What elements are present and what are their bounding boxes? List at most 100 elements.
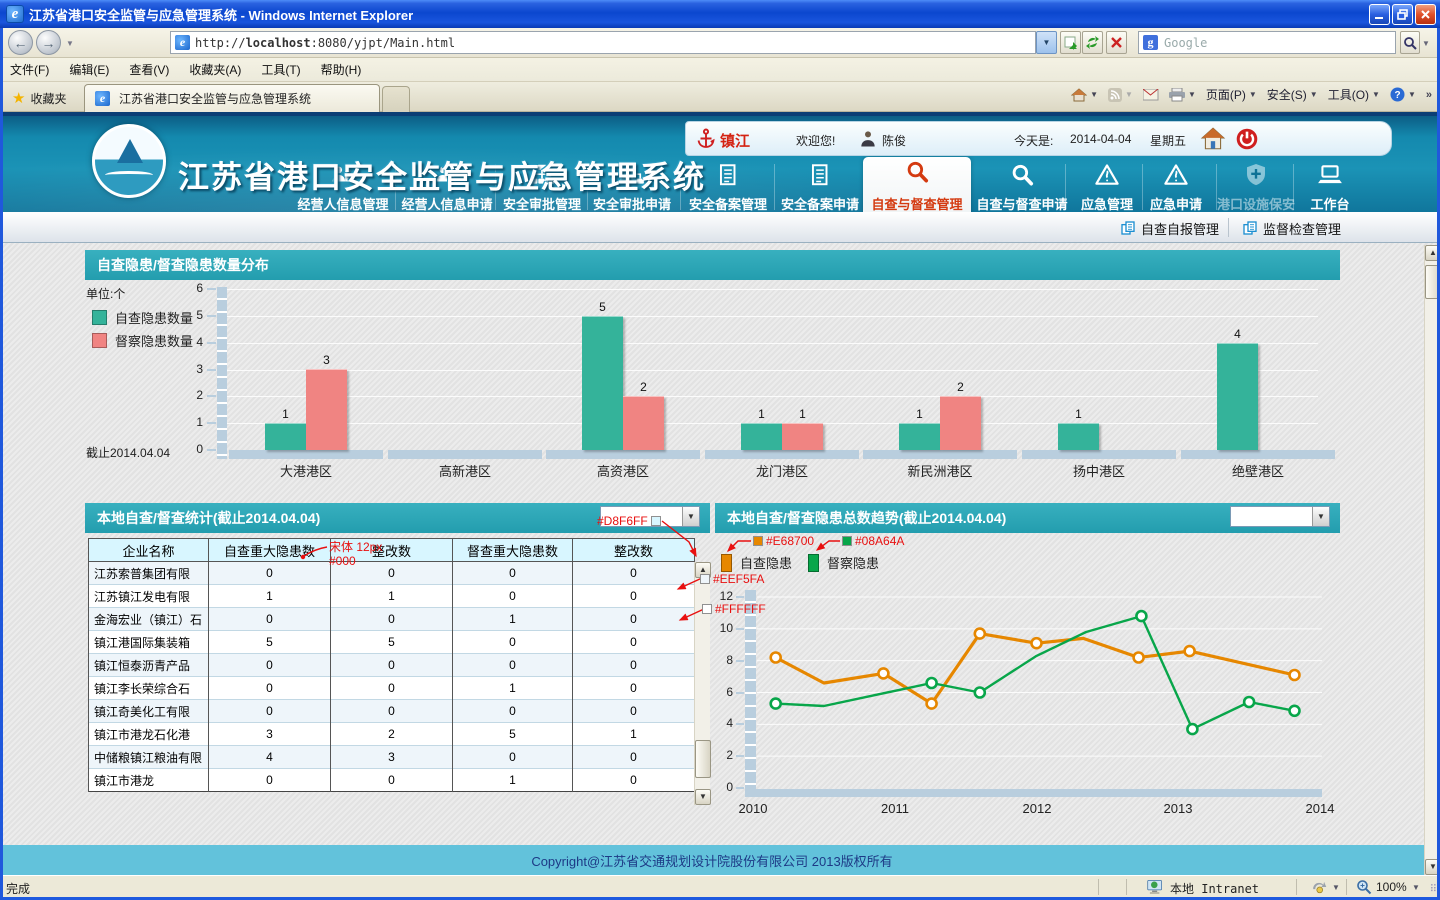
nav-item[interactable]: 应急管理 bbox=[1074, 160, 1140, 212]
bar-y-tick bbox=[207, 395, 216, 397]
print-button[interactable]: ▼ bbox=[1169, 88, 1196, 102]
tools-menu[interactable]: 工具(O)▼ bbox=[1328, 86, 1380, 103]
bar-value-label: 1 bbox=[1058, 407, 1099, 421]
bar-value-label: 1 bbox=[741, 407, 782, 421]
compatibility-button[interactable] bbox=[1060, 31, 1081, 54]
menu-item[interactable]: 查看(V) bbox=[119, 58, 179, 81]
trend-data-marker bbox=[1290, 706, 1300, 716]
page-menu[interactable]: 页面(P)▼ bbox=[1206, 86, 1257, 103]
protected-mode-dropdown-icon[interactable]: ▼ bbox=[1332, 883, 1340, 892]
magnifier-icon bbox=[968, 162, 1076, 190]
table-cell: 0 bbox=[573, 585, 695, 608]
bar-y-tick-label: 1 bbox=[165, 415, 203, 429]
table-cell: 0 bbox=[453, 700, 573, 723]
table-row[interactable]: 金海宏业（镇江）石0010 bbox=[89, 608, 695, 631]
table-cell: 2 bbox=[331, 723, 453, 746]
table-cell: 1 bbox=[453, 608, 573, 631]
company-name-cell: 金海宏业（镇江）石 bbox=[89, 608, 209, 631]
menu-item[interactable]: 文件(F) bbox=[0, 58, 59, 81]
close-button[interactable] bbox=[1415, 4, 1436, 25]
nav-item[interactable]: 自查与督查申请 bbox=[968, 160, 1076, 212]
home-button[interactable]: ▼ bbox=[1071, 88, 1098, 102]
table-cell: 4 bbox=[209, 746, 331, 769]
active-tab[interactable]: e 江苏省港口安全监管与应急管理系统 bbox=[84, 84, 380, 112]
zoom-dropdown-icon[interactable]: ▼ bbox=[1412, 883, 1420, 892]
design-annotation: #FFFFFF bbox=[702, 602, 766, 616]
bar-category-label: 大港港区 bbox=[227, 461, 385, 480]
zoom-icon[interactable] bbox=[1356, 879, 1372, 895]
bar-category-label: 龙门港区 bbox=[703, 461, 861, 480]
search-options-icon[interactable]: ▼ bbox=[1422, 39, 1430, 48]
table-row[interactable]: 中储粮镇江粮油有限4300 bbox=[89, 746, 695, 769]
zoom-level[interactable]: 100% bbox=[1376, 880, 1407, 894]
mail-button[interactable] bbox=[1143, 89, 1159, 101]
search-button[interactable] bbox=[1400, 31, 1420, 54]
table-row[interactable]: 镇江市港龙0010 bbox=[89, 769, 695, 792]
protected-mode-icon[interactable] bbox=[1310, 879, 1328, 895]
bar-y-tick bbox=[207, 449, 216, 451]
company-name-cell: 镇江奇美化工有限 bbox=[89, 700, 209, 723]
address-dropdown-button[interactable]: ▼ bbox=[1036, 31, 1057, 54]
menu-item[interactable]: 收藏夹(A) bbox=[179, 58, 251, 81]
favorites-button[interactable]: ★ 收藏夹 bbox=[6, 87, 72, 109]
table-header-cell: 企业名称 bbox=[89, 539, 209, 562]
stat-table: 企业名称自查重大隐患数整改数督查重大隐患数整改数江苏索普集团有限0000江苏镇江… bbox=[88, 538, 695, 792]
nav-item[interactable]: 工作台 bbox=[1301, 160, 1359, 212]
table-cell: 3 bbox=[209, 723, 331, 746]
bar bbox=[899, 423, 940, 450]
table-row[interactable]: 江苏索普集团有限0000 bbox=[89, 562, 695, 585]
table-row[interactable]: 镇江李长荣综合石0010 bbox=[89, 677, 695, 700]
refresh-button[interactable] bbox=[1082, 31, 1103, 54]
nav-item[interactable]: 应急申请 bbox=[1143, 160, 1209, 212]
nav-item[interactable]: 自查与督查管理 bbox=[863, 157, 971, 212]
security-menu[interactable]: 安全(S)▼ bbox=[1267, 86, 1318, 103]
back-button[interactable]: ← bbox=[8, 30, 33, 55]
table-filter-dropdown-icon[interactable]: ▼ bbox=[682, 507, 699, 526]
nav-item[interactable]: 港口设施保安 bbox=[1210, 160, 1302, 212]
restore-button[interactable] bbox=[1392, 4, 1413, 25]
bar-y-tick bbox=[207, 342, 216, 344]
table-row[interactable]: 镇江奇美化工有限0000 bbox=[89, 700, 695, 723]
design-annotation: #EEF5FA bbox=[700, 572, 764, 586]
subnav-item[interactable]: 自查自报管理 bbox=[1120, 217, 1219, 239]
more-commands-icon[interactable]: » bbox=[1426, 89, 1432, 101]
menu-item[interactable]: 工具(T) bbox=[251, 58, 310, 81]
minimize-button[interactable] bbox=[1369, 4, 1390, 25]
table-row[interactable]: 镇江恒泰沥青产品0000 bbox=[89, 654, 695, 677]
logout-power-icon[interactable] bbox=[1234, 126, 1260, 152]
trend-filter-dropdown-icon[interactable]: ▼ bbox=[1312, 507, 1329, 526]
magnifier-icon bbox=[863, 159, 971, 187]
subnav-item[interactable]: 监督检查管理 bbox=[1242, 217, 1341, 239]
bar-y-tick-label: 3 bbox=[165, 362, 203, 376]
new-tab-stub[interactable] bbox=[382, 86, 410, 112]
stop-button[interactable] bbox=[1106, 31, 1127, 54]
help-button[interactable]: ?▼ bbox=[1390, 87, 1416, 102]
menu-item[interactable]: 帮助(H) bbox=[311, 58, 372, 81]
nav-item[interactable]: 安全备案申请 bbox=[773, 160, 867, 212]
table-cell: 0 bbox=[573, 608, 695, 631]
company-name-cell: 镇江恒泰沥青产品 bbox=[89, 654, 209, 677]
bar-y-tick bbox=[207, 369, 216, 371]
table-cell: 5 bbox=[209, 631, 331, 654]
home-icon[interactable] bbox=[1200, 126, 1226, 152]
company-name-cell: 镇江市港龙 bbox=[89, 769, 209, 792]
search-input[interactable]: g Google bbox=[1138, 31, 1396, 54]
table-cell: 0 bbox=[573, 631, 695, 654]
bar-gridline bbox=[227, 316, 1318, 317]
bar-y-tick bbox=[207, 288, 216, 290]
address-input[interactable]: e http://localhost:8080/yjpt/Main.html bbox=[170, 31, 1036, 54]
table-row[interactable]: 江苏镇江发电有限1100 bbox=[89, 585, 695, 608]
menu-item[interactable]: 编辑(E) bbox=[59, 58, 119, 81]
trend-series-line bbox=[776, 616, 1295, 729]
history-dropdown-icon[interactable]: ▼ bbox=[66, 39, 74, 48]
security-zone: 本地 Intranet bbox=[1170, 880, 1259, 897]
trend-data-marker bbox=[771, 653, 781, 663]
bar-value-label: 2 bbox=[940, 380, 981, 394]
table-row[interactable]: 镇江港国际集装箱5500 bbox=[89, 631, 695, 654]
table-row[interactable]: 镇江市港龙石化港3251 bbox=[89, 723, 695, 746]
forward-button[interactable]: → bbox=[36, 30, 61, 55]
design-annotation: #000 bbox=[329, 554, 356, 568]
trend-data-marker bbox=[1244, 697, 1254, 707]
trend-filter-select[interactable]: ▼ bbox=[1230, 506, 1330, 527]
feeds-button[interactable]: ▼ bbox=[1108, 88, 1133, 102]
